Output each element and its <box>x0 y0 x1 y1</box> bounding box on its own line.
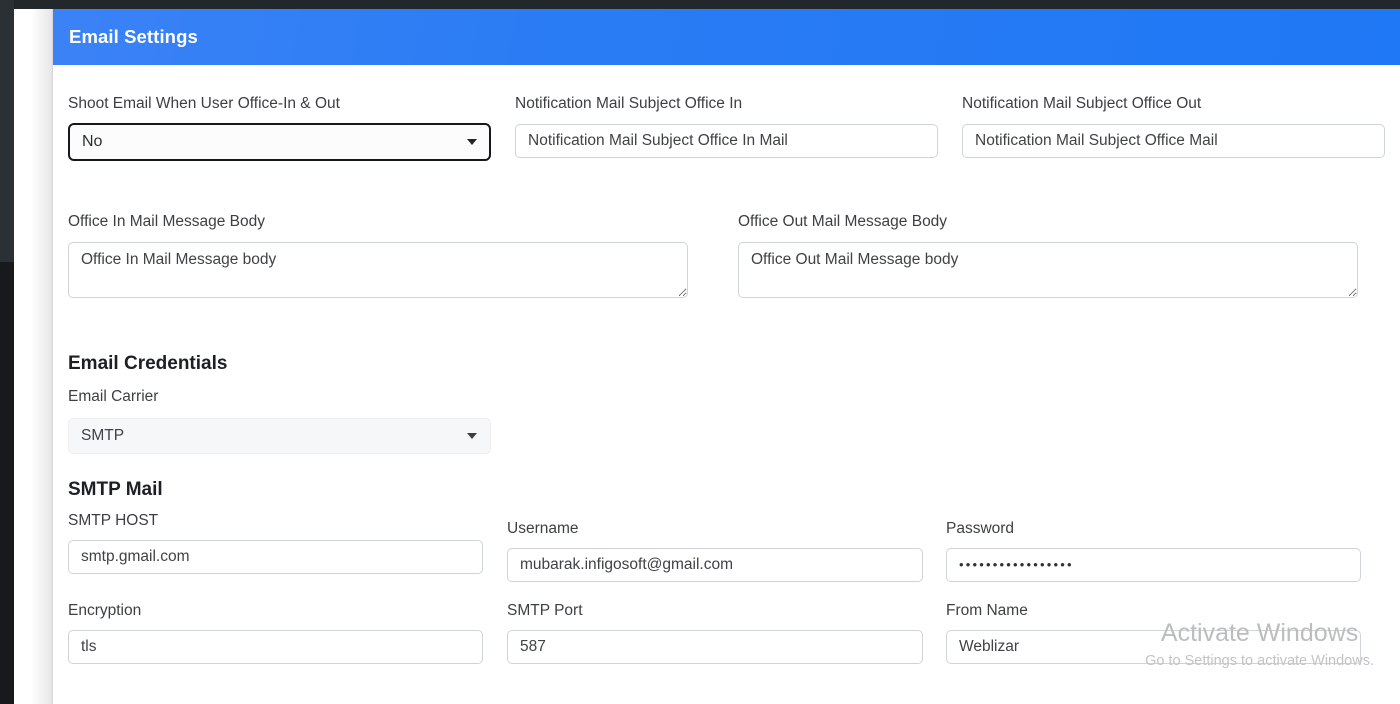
field-username: Username <box>507 520 923 582</box>
shoot-email-label: Shoot Email When User Office-In & Out <box>68 95 340 112</box>
page-title: Email Settings <box>69 26 198 47</box>
smtp-port-label: SMTP Port <box>507 602 583 619</box>
body-in-textarea[interactable]: Office In Mail Message body <box>68 241 688 298</box>
field-password: Password ••••••••••••••••• <box>946 520 1361 582</box>
subject-out-label: Notification Mail Subject Office Out <box>962 95 1202 112</box>
smtp-host-label: SMTP HOST <box>68 512 159 529</box>
username-input[interactable] <box>507 547 923 582</box>
section-email-credentials: Email Credentials Email Carrier SMTP <box>68 353 491 454</box>
field-shoot-email: Shoot Email When User Office-In & Out No <box>68 95 491 161</box>
subject-out-input[interactable] <box>962 123 1385 158</box>
window-top-strip <box>0 0 1400 9</box>
subject-in-input[interactable] <box>515 123 938 158</box>
app-window: Email Settings Shoot Email When User Off… <box>0 0 1400 704</box>
password-masked-value: ••••••••••••••••• <box>959 556 1074 572</box>
field-smtp-host: SMTP HOST <box>68 512 483 574</box>
shoot-email-select[interactable]: No <box>68 122 491 161</box>
field-smtp-port: SMTP Port <box>507 602 923 664</box>
encryption-input[interactable] <box>68 629 483 664</box>
smtp-port-input[interactable] <box>507 629 923 664</box>
password-input[interactable]: ••••••••••••••••• <box>946 547 1361 582</box>
field-from-name: From Name <box>946 602 1361 664</box>
sidebar-rail-lower[interactable] <box>0 262 14 704</box>
body-out-textarea[interactable]: Office Out Mail Message body <box>738 241 1358 298</box>
smtp-mail-heading: SMTP Mail <box>68 479 163 500</box>
email-carrier-label: Email Carrier <box>68 388 159 405</box>
page-scrollbar-track[interactable] <box>14 9 53 704</box>
field-subject-out: Notification Mail Subject Office Out <box>962 95 1385 158</box>
field-encryption: Encryption <box>68 602 483 664</box>
body-in-label: Office In Mail Message Body <box>68 213 265 230</box>
smtp-host-input[interactable] <box>68 539 483 574</box>
email-settings-header: Email Settings <box>53 9 1400 65</box>
email-carrier-select[interactable]: SMTP <box>68 417 491 454</box>
field-body-out: Office Out Mail Message Body Office Out … <box>738 213 1358 298</box>
from-name-input[interactable] <box>946 629 1361 664</box>
from-name-label: From Name <box>946 602 1028 619</box>
field-subject-in: Notification Mail Subject Office In <box>515 95 938 158</box>
subject-in-label: Notification Mail Subject Office In <box>515 95 743 112</box>
content-pane: Email Settings Shoot Email When User Off… <box>53 9 1400 704</box>
encryption-label: Encryption <box>68 602 142 619</box>
password-label: Password <box>946 520 1015 537</box>
email-credentials-heading: Email Credentials <box>68 353 228 374</box>
username-label: Username <box>507 520 579 537</box>
field-body-in: Office In Mail Message Body Office In Ma… <box>68 213 688 298</box>
body-out-label: Office Out Mail Message Body <box>738 213 948 230</box>
